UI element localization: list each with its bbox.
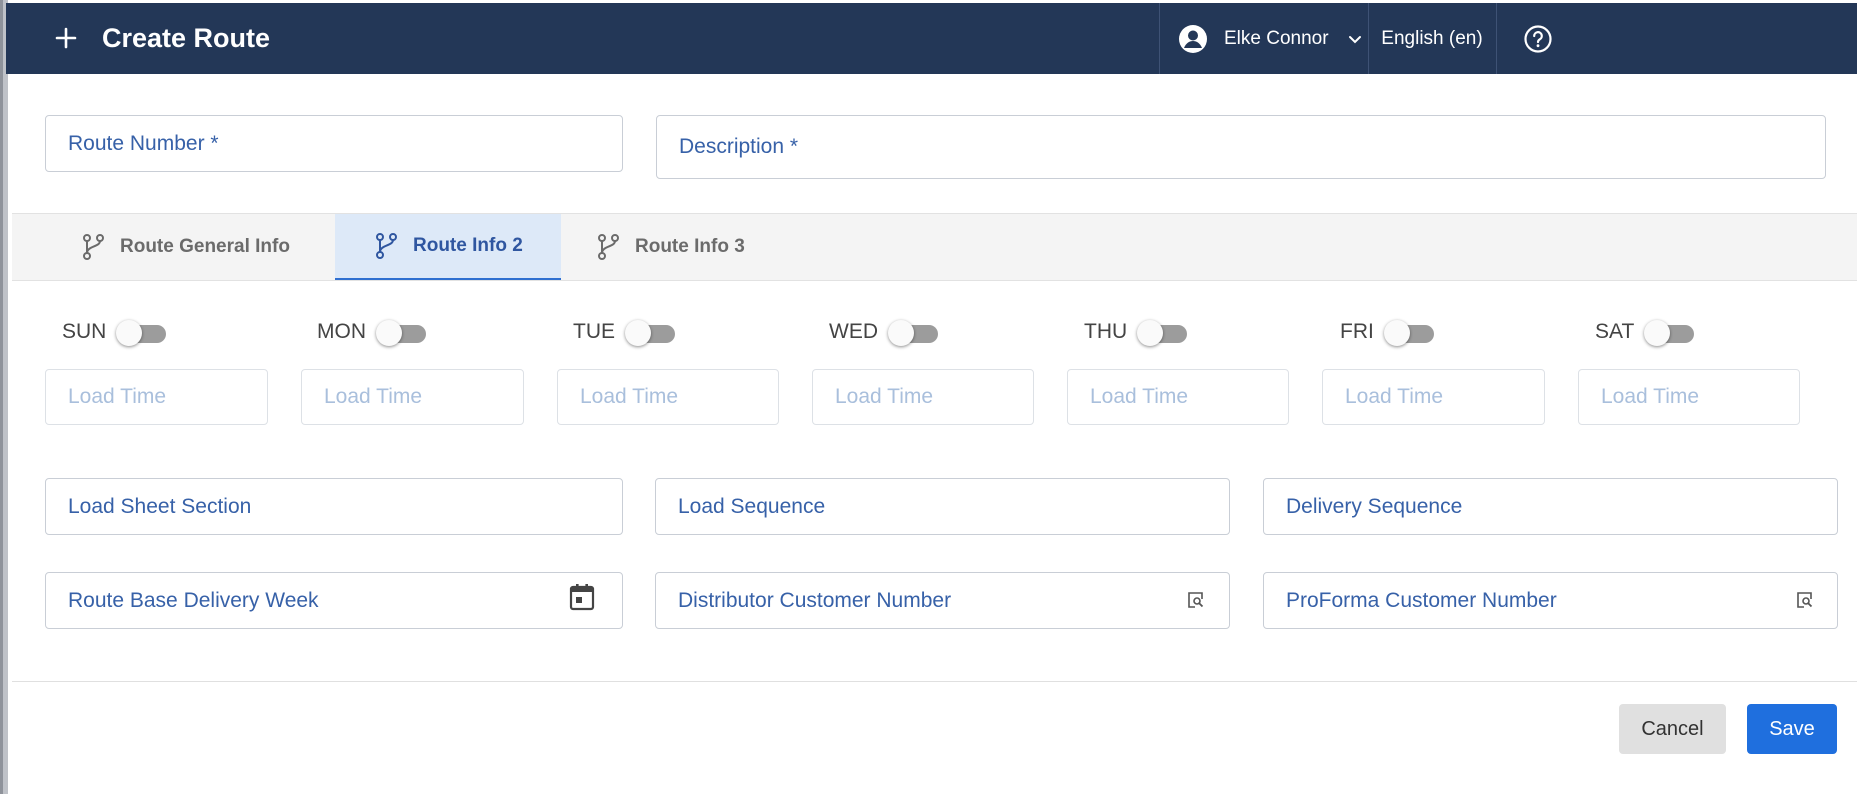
day-label: THU (1084, 320, 1128, 343)
proforma-customer-number-input[interactable] (1263, 572, 1838, 629)
day-sun: SUN (62, 314, 168, 350)
lookup-icon[interactable] (1795, 590, 1815, 610)
tab-route-info-2[interactable]: Route Info 2 (335, 214, 561, 280)
day-toggle-fri[interactable] (1383, 319, 1436, 346)
load-time-mon-input[interactable] (301, 369, 524, 425)
load-time-thu-input[interactable] (1067, 369, 1289, 425)
tab-label: Route Info 3 (635, 236, 745, 257)
day-mon: MON (317, 314, 428, 350)
left-edge-bar-inner (3, 0, 8, 794)
day-toggle-mon[interactable] (376, 319, 428, 346)
load-time-sat-input[interactable] (1578, 369, 1800, 425)
day-thu: THU (1084, 314, 1189, 350)
header-divider (1496, 3, 1497, 74)
left-edge-bar (0, 0, 8, 794)
user-name: Elke Connor (1224, 28, 1329, 49)
tab-label: Route Info 2 (413, 235, 523, 256)
footer-divider (12, 681, 1857, 682)
day-fri: FRI (1340, 314, 1436, 350)
tab-bar: Route General Info Route Info 2 Route In… (12, 213, 1857, 281)
tab-route-info-3[interactable]: Route Info 3 (595, 214, 795, 280)
calendar-icon[interactable] (567, 582, 597, 612)
branch-icon (83, 234, 104, 260)
day-label: MON (317, 320, 366, 343)
day-wed: WED (829, 314, 940, 350)
day-toggle-tue[interactable] (625, 319, 677, 346)
route-number-input[interactable] (45, 115, 623, 172)
cancel-button[interactable]: Cancel (1619, 704, 1726, 754)
day-label: SUN (62, 320, 107, 343)
day-tue: TUE (573, 314, 677, 350)
lookup-icon[interactable] (1186, 590, 1206, 610)
day-toggle-sat[interactable] (1644, 319, 1696, 346)
load-time-wed-input[interactable] (812, 369, 1034, 425)
app-header: Create Route Elke Connor English (en) (6, 3, 1857, 74)
day-toggle-wed[interactable] (888, 319, 940, 346)
description-input[interactable] (656, 115, 1826, 179)
language-selector[interactable]: English (en) (1368, 21, 1496, 57)
load-sheet-section-input[interactable] (45, 478, 623, 535)
header-divider (1159, 3, 1160, 74)
delivery-sequence-input[interactable] (1263, 478, 1838, 535)
day-label: SAT (1595, 320, 1635, 343)
user-avatar-icon (1179, 25, 1207, 53)
help-icon[interactable] (1518, 19, 1558, 59)
day-sat: SAT (1595, 314, 1696, 350)
day-label: WED (829, 320, 878, 343)
load-time-tue-input[interactable] (557, 369, 779, 425)
day-toggle-thu[interactable] (1137, 319, 1189, 346)
plus-icon[interactable] (46, 18, 86, 58)
branch-icon (598, 234, 619, 260)
load-time-sun-input[interactable] (45, 369, 268, 425)
save-button[interactable]: Save (1747, 704, 1837, 754)
day-label: FRI (1340, 320, 1374, 343)
load-time-fri-input[interactable] (1322, 369, 1545, 425)
tab-route-general-info[interactable]: Route General Info (80, 214, 320, 280)
tab-label: Route General Info (120, 236, 290, 257)
route-base-delivery-week-input[interactable] (45, 572, 623, 629)
distributor-customer-number-input[interactable] (655, 572, 1230, 629)
day-label: TUE (573, 320, 615, 343)
chevron-down-icon (1348, 36, 1361, 44)
day-toggle-sun[interactable] (116, 319, 168, 346)
load-sequence-input[interactable] (655, 478, 1230, 535)
branch-icon (376, 233, 397, 259)
page-title: Create Route (102, 23, 271, 53)
